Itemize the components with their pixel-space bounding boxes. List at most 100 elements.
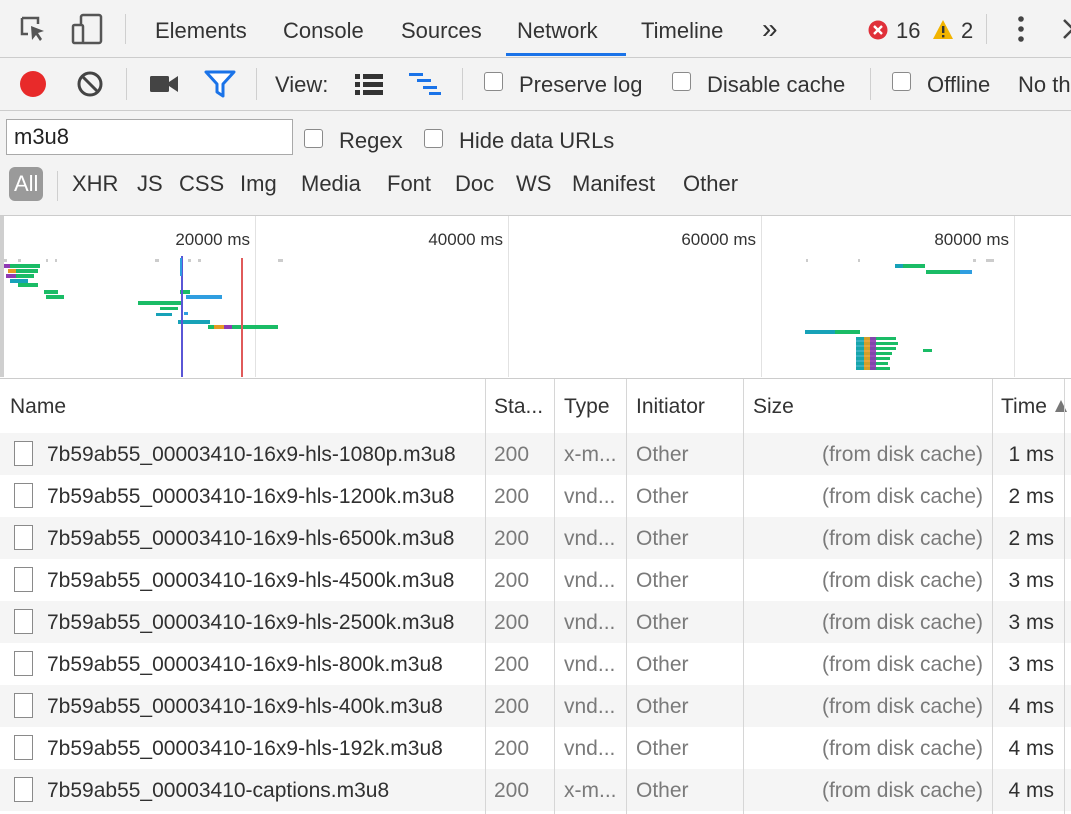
disable-cache-checkbox[interactable] — [672, 72, 691, 91]
request-name[interactable]: 7b59ab55_00003410-16x9-hls-6500k.m3u8 — [47, 517, 485, 559]
large-request-rows-icon[interactable] — [353, 72, 385, 96]
filter-type-manifest[interactable]: Manifest — [572, 167, 655, 201]
request-name[interactable]: 7b59ab55_00003410-16x9-hls-4500k.m3u8 — [47, 559, 485, 601]
capture-screenshots-icon[interactable] — [149, 73, 179, 95]
request-size: (from disk cache) — [821, 527, 983, 550]
table-row[interactable]: 7b59ab55_00003410-16x9-hls-1080p.m3u8 200… — [0, 433, 1071, 475]
request-size: (from disk cache) — [821, 695, 983, 718]
request-initiator[interactable]: Other — [636, 475, 736, 517]
record-icon[interactable] — [19, 70, 47, 98]
table-row[interactable]: 7b59ab55_00003410-captions.m3u8 200 x-m...… — [0, 769, 1071, 811]
hide-data-urls-checkbox[interactable] — [424, 129, 443, 148]
request-initiator[interactable]: Other — [636, 685, 736, 727]
table-row[interactable]: 7b59ab55_00003410-16x9-hls-400k.m3u8 200 v… — [0, 685, 1071, 727]
filter-type-font[interactable]: Font — [387, 167, 431, 201]
inspect-element-icon[interactable] — [18, 14, 48, 44]
tab-network[interactable]: Network — [517, 0, 598, 57]
file-icon — [14, 483, 33, 508]
request-initiator[interactable]: Other — [636, 727, 736, 769]
request-name[interactable]: 7b59ab55_00003410-16x9-hls-192k.m3u8 — [47, 727, 485, 769]
request-type: vnd... — [564, 527, 616, 550]
filter-type-doc[interactable]: Doc — [455, 167, 494, 201]
file-icon — [14, 525, 33, 550]
request-time: 3 ms — [1008, 569, 1054, 592]
request-initiator[interactable]: Other — [636, 643, 736, 685]
request-status: 200 — [494, 527, 530, 550]
filter-input[interactable] — [6, 119, 293, 155]
request-size: (from disk cache) — [821, 779, 983, 802]
table-row[interactable]: 7b59ab55_00003410-16x9-hls-800k.m3u8 200 v… — [0, 643, 1071, 685]
request-initiator[interactable]: Other — [636, 559, 736, 601]
column-header-time[interactable]: Time — [1001, 379, 1047, 433]
request-type: x-m... — [564, 443, 617, 466]
filter-type-media[interactable]: Media — [301, 167, 361, 201]
device-toolbar-icon[interactable] — [70, 12, 104, 46]
request-name[interactable]: 7b59ab55_00003410-16x9-hls-400k.m3u8 — [47, 685, 485, 727]
request-size: (from disk cache) — [821, 485, 983, 508]
request-time: 4 ms — [1008, 779, 1054, 802]
request-type: vnd... — [564, 653, 616, 676]
preserve-log-checkbox[interactable] — [484, 72, 503, 91]
request-status: 200 — [494, 779, 530, 802]
request-name[interactable]: 7b59ab55_00003410-captions.m3u8 — [47, 769, 485, 811]
warning-count[interactable]: 2 — [961, 18, 973, 44]
more-tabs-button[interactable]: » — [762, 0, 778, 57]
tab-sources[interactable]: Sources — [401, 0, 482, 57]
column-header-name[interactable]: Name — [10, 379, 66, 433]
request-name[interactable]: 7b59ab55_00003410-16x9-hls-1080p.m3u8 — [47, 433, 485, 475]
filter-type-all[interactable]: All — [9, 167, 44, 201]
preserve-log-label[interactable]: Preserve log — [519, 72, 643, 98]
request-initiator[interactable]: Other — [636, 433, 736, 475]
request-status: 200 — [494, 653, 530, 676]
file-icon — [14, 651, 33, 676]
filter-type-css[interactable]: CSS — [179, 167, 224, 201]
filter-icon[interactable] — [204, 70, 236, 98]
request-name[interactable]: 7b59ab55_00003410-16x9-hls-1200k.m3u8 — [47, 475, 485, 517]
table-row[interactable]: 7b59ab55_00003410-16x9-hls-192k.m3u8 200 v… — [0, 727, 1071, 769]
more-options-icon[interactable] — [1014, 14, 1028, 44]
regex-label[interactable]: Regex — [339, 128, 403, 154]
filter-type-img[interactable]: Img — [240, 167, 277, 201]
request-initiator[interactable]: Other — [636, 601, 736, 643]
hide-data-urls-label[interactable]: Hide data URLs — [459, 128, 614, 154]
request-time: 1 ms — [1008, 443, 1054, 466]
table-row[interactable]: 7b59ab55_00003410-16x9-hls-6500k.m3u8 200… — [0, 517, 1071, 559]
filter-type-js[interactable]: JS — [137, 167, 163, 201]
overview-waterfall-icon[interactable] — [407, 70, 445, 98]
tab-timeline[interactable]: Timeline — [641, 0, 723, 57]
network-overview[interactable]: 20000 ms 40000 ms 60000 ms 80000 ms — [0, 216, 1071, 379]
requests-table: Name Sta... Type Initiator Size Time 7b5… — [0, 379, 1071, 814]
tab-elements[interactable]: Elements — [155, 0, 247, 57]
clear-icon[interactable] — [76, 70, 104, 98]
column-header-size[interactable]: Size — [753, 379, 794, 433]
disable-cache-label[interactable]: Disable cache — [707, 72, 845, 98]
close-icon[interactable] — [1062, 18, 1071, 40]
tab-console[interactable]: Console — [283, 0, 364, 57]
network-toolbar: View: Preserve log Disable cache Offline… — [0, 58, 1071, 111]
request-initiator[interactable]: Other — [636, 769, 736, 811]
request-type: vnd... — [564, 611, 616, 634]
request-initiator[interactable]: Other — [636, 517, 736, 559]
error-count[interactable]: 16 — [896, 18, 920, 44]
request-type: x-m... — [564, 779, 617, 802]
regex-checkbox[interactable] — [304, 129, 323, 148]
request-type: vnd... — [564, 485, 616, 508]
request-name[interactable]: 7b59ab55_00003410-16x9-hls-2500k.m3u8 — [47, 601, 485, 643]
filter-type-other[interactable]: Other — [683, 167, 738, 201]
request-time: 4 ms — [1008, 737, 1054, 760]
throttling-select[interactable]: No th — [1018, 72, 1071, 98]
request-name[interactable]: 7b59ab55_00003410-16x9-hls-800k.m3u8 — [47, 643, 485, 685]
filter-type-ws[interactable]: WS — [516, 167, 551, 201]
request-type: vnd... — [564, 695, 616, 718]
column-header-type[interactable]: Type — [564, 379, 610, 433]
table-row[interactable]: 7b59ab55_00003410-16x9-hls-1200k.m3u8 200… — [0, 475, 1071, 517]
column-header-initiator[interactable]: Initiator — [636, 379, 705, 433]
table-row[interactable]: 7b59ab55_00003410-16x9-hls-4500k.m3u8 200… — [0, 559, 1071, 601]
offline-label[interactable]: Offline — [927, 72, 990, 98]
request-time: 3 ms — [1008, 611, 1054, 634]
request-time: 3 ms — [1008, 653, 1054, 676]
table-row[interactable]: 7b59ab55_00003410-16x9-hls-2500k.m3u8 200… — [0, 601, 1071, 643]
column-header-status[interactable]: Sta... — [494, 379, 543, 433]
offline-checkbox[interactable] — [892, 72, 911, 91]
filter-type-xhr[interactable]: XHR — [72, 167, 118, 201]
